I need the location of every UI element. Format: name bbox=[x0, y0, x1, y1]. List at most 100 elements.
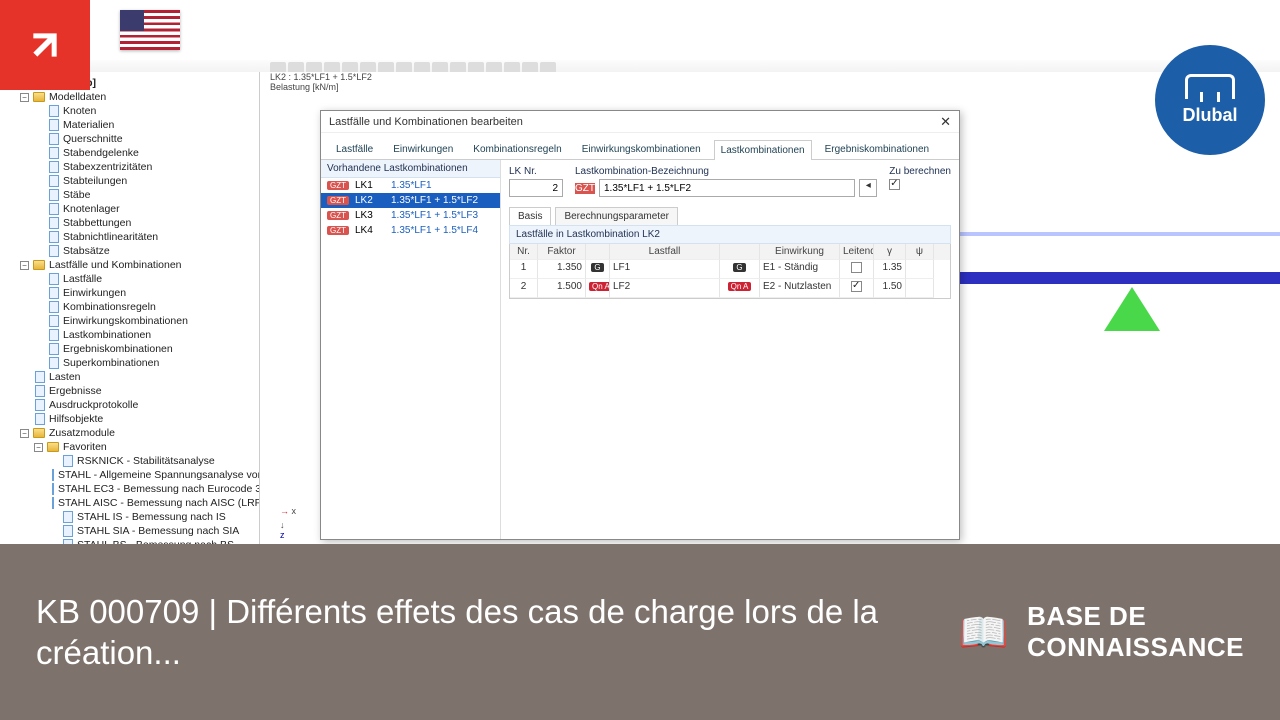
nav-item[interactable]: STAHL AISC - Bemessung nach AISC (LRFD o bbox=[6, 496, 253, 510]
beam-element[interactable] bbox=[960, 272, 1280, 284]
folder-icon bbox=[33, 428, 45, 438]
nav-item[interactable]: RSKNICK - Stabilitätsanalyse bbox=[6, 454, 253, 468]
brand-name: Dlubal bbox=[1182, 105, 1237, 126]
dialog-tab[interactable]: Einwirkungskombinationen bbox=[575, 139, 708, 159]
nav-item[interactable]: Stabnichtlinearitäten bbox=[6, 230, 253, 244]
dialog-close-icon[interactable]: ✕ bbox=[940, 114, 951, 130]
grid-header-cell: Faktor bbox=[538, 244, 586, 260]
bez-input[interactable] bbox=[599, 179, 855, 197]
document-icon bbox=[49, 203, 59, 215]
dialog-tab[interactable]: Ergebniskombinationen bbox=[818, 139, 937, 159]
combo-row[interactable]: GZTLK21.35*LF1 + 1.5*LF2 bbox=[321, 193, 500, 208]
nav-item[interactable]: Superkombinationen bbox=[6, 356, 253, 370]
nav-item[interactable]: Knotenlager bbox=[6, 202, 253, 216]
document-icon bbox=[49, 329, 59, 341]
dlubal-logo-badge: Dlubal bbox=[1155, 45, 1265, 155]
document-icon bbox=[49, 105, 59, 117]
gzt-tag: GZT bbox=[575, 183, 595, 194]
grid-header-cell: Einwirkung bbox=[760, 244, 840, 260]
document-icon bbox=[63, 525, 73, 537]
folder-icon bbox=[47, 442, 59, 452]
nav-item[interactable]: Knoten bbox=[6, 104, 253, 118]
nav-item[interactable]: Einwirkungen bbox=[6, 286, 253, 300]
document-icon bbox=[49, 343, 59, 355]
dialog-titlebar[interactable]: Lastfälle und Kombinationen bearbeiten ✕ bbox=[321, 111, 959, 133]
document-icon bbox=[49, 245, 59, 257]
dialog-tabs[interactable]: Lastfälle Einwirkungen Kombinationsregeln E… bbox=[321, 133, 959, 160]
lknr-input[interactable] bbox=[509, 179, 563, 197]
combo-row[interactable]: GZTLK41.35*LF1 + 1.5*LF4 bbox=[321, 223, 500, 238]
document-icon bbox=[49, 161, 59, 173]
nav-item[interactable]: Stäbe bbox=[6, 188, 253, 202]
nav-item[interactable]: Ergebniskombinationen bbox=[6, 342, 253, 356]
combo-detail-panel: LK Nr. Lastkombination-Bezeichnung GZT ◂… bbox=[501, 160, 959, 539]
grid-header-cell: Lastfall bbox=[610, 244, 720, 260]
nav-item[interactable]: Stabbettungen bbox=[6, 216, 253, 230]
dialog-tab[interactable]: Einwirkungen bbox=[386, 139, 460, 159]
nav-item[interactable]: −Modelldaten bbox=[6, 90, 253, 104]
document-icon bbox=[49, 287, 59, 299]
grid-header-cell: ψ bbox=[906, 244, 934, 260]
dialog-tab[interactable]: Lastfälle bbox=[329, 139, 380, 159]
document-icon bbox=[49, 133, 59, 145]
nav-item[interactable]: Kombinationsregeln bbox=[6, 300, 253, 314]
support-icon bbox=[1104, 287, 1160, 331]
document-icon bbox=[35, 413, 45, 425]
document-icon bbox=[49, 175, 59, 187]
nav-item[interactable]: Stabsätze bbox=[6, 244, 253, 258]
nav-item[interactable]: STAHL SIA - Bemessung nach SIA bbox=[6, 524, 253, 538]
document-icon bbox=[35, 385, 45, 397]
caption-category-2: CONNAISSANCE bbox=[1027, 632, 1244, 663]
caption-category-1: BASE DE bbox=[1027, 601, 1244, 632]
nav-item[interactable]: Querschnitte bbox=[6, 132, 253, 146]
axis-gizmo: → x ↓z bbox=[280, 506, 296, 540]
grid-row[interactable]: 11.350GLF1GE1 - Ständig1.35 bbox=[510, 260, 950, 279]
document-icon bbox=[63, 455, 73, 467]
calc-checkbox[interactable] bbox=[889, 179, 900, 190]
overlay-top-bar bbox=[0, 0, 1280, 60]
nav-item[interactable]: −Lastfälle und Kombinationen bbox=[6, 258, 253, 272]
folder-icon bbox=[33, 260, 45, 270]
document-icon bbox=[52, 469, 54, 481]
nav-item[interactable]: Hilfsobjekte bbox=[6, 412, 253, 426]
nav-item[interactable]: Lastfälle bbox=[6, 272, 253, 286]
nav-item[interactable]: −Favoriten bbox=[6, 440, 253, 454]
nav-item[interactable]: Lasten bbox=[6, 370, 253, 384]
nav-item[interactable]: Stabendgelenke bbox=[6, 146, 253, 160]
bridge-icon bbox=[1185, 74, 1235, 99]
subtab-basis[interactable]: Basis bbox=[509, 207, 551, 225]
nav-item[interactable]: STAHL EC3 - Bemessung nach Eurocode 3 bbox=[6, 482, 253, 496]
nav-item[interactable]: Stabteilungen bbox=[6, 174, 253, 188]
document-icon bbox=[49, 217, 59, 229]
nav-item[interactable]: −Zusatzmodule bbox=[6, 426, 253, 440]
subtab-calc-params[interactable]: Berechnungsparameter bbox=[555, 207, 678, 225]
detail-subtabs[interactable]: Basis Berechnungsparameter bbox=[509, 207, 951, 226]
nav-item[interactable]: Ergebnisse bbox=[6, 384, 253, 398]
load-cases-grid[interactable]: Nr.FaktorLastfallEinwirkungLeitendγψ 11.… bbox=[509, 244, 951, 299]
dialog-tab[interactable]: Kombinationsregeln bbox=[466, 139, 568, 159]
calc-label: Zu berechnen bbox=[889, 166, 951, 177]
nav-item[interactable]: Materialien bbox=[6, 118, 253, 132]
nav-item[interactable]: Stabexzentrizitäten bbox=[6, 160, 253, 174]
nav-item[interactable]: STAHL IS - Bemessung nach IS bbox=[6, 510, 253, 524]
grid-header-cell bbox=[586, 244, 610, 260]
document-icon bbox=[49, 119, 59, 131]
video-caption-overlay: KB 000709 | Différents effets des cas de… bbox=[0, 544, 1280, 720]
grid-header-cell: γ bbox=[874, 244, 906, 260]
bez-picker-icon[interactable]: ◂ bbox=[859, 179, 877, 197]
load-combinations-dialog: Lastfälle und Kombinationen bearbeiten ✕… bbox=[320, 110, 960, 540]
flag-us-icon bbox=[120, 10, 180, 50]
document-icon bbox=[49, 147, 59, 159]
nav-item[interactable]: Ausdruckprotokolle bbox=[6, 398, 253, 412]
document-icon bbox=[52, 483, 54, 495]
document-icon bbox=[49, 189, 59, 201]
nav-item[interactable]: Einwirkungskombinationen bbox=[6, 314, 253, 328]
combo-row[interactable]: GZTLK11.35*LF1 bbox=[321, 178, 500, 193]
nav-item[interactable]: Lastkombinationen bbox=[6, 328, 253, 342]
combo-row[interactable]: GZTLK31.35*LF1 + 1.5*LF3 bbox=[321, 208, 500, 223]
document-icon bbox=[49, 273, 59, 285]
nav-item[interactable]: STAHL - Allgemeine Spannungsanalyse von … bbox=[6, 468, 253, 482]
lknr-label: LK Nr. bbox=[509, 166, 563, 177]
grid-row[interactable]: 21.500Qn ALF2Qn AE2 - Nutzlasten1.50 bbox=[510, 279, 950, 298]
dialog-tab[interactable]: Lastkombinationen bbox=[714, 140, 812, 160]
